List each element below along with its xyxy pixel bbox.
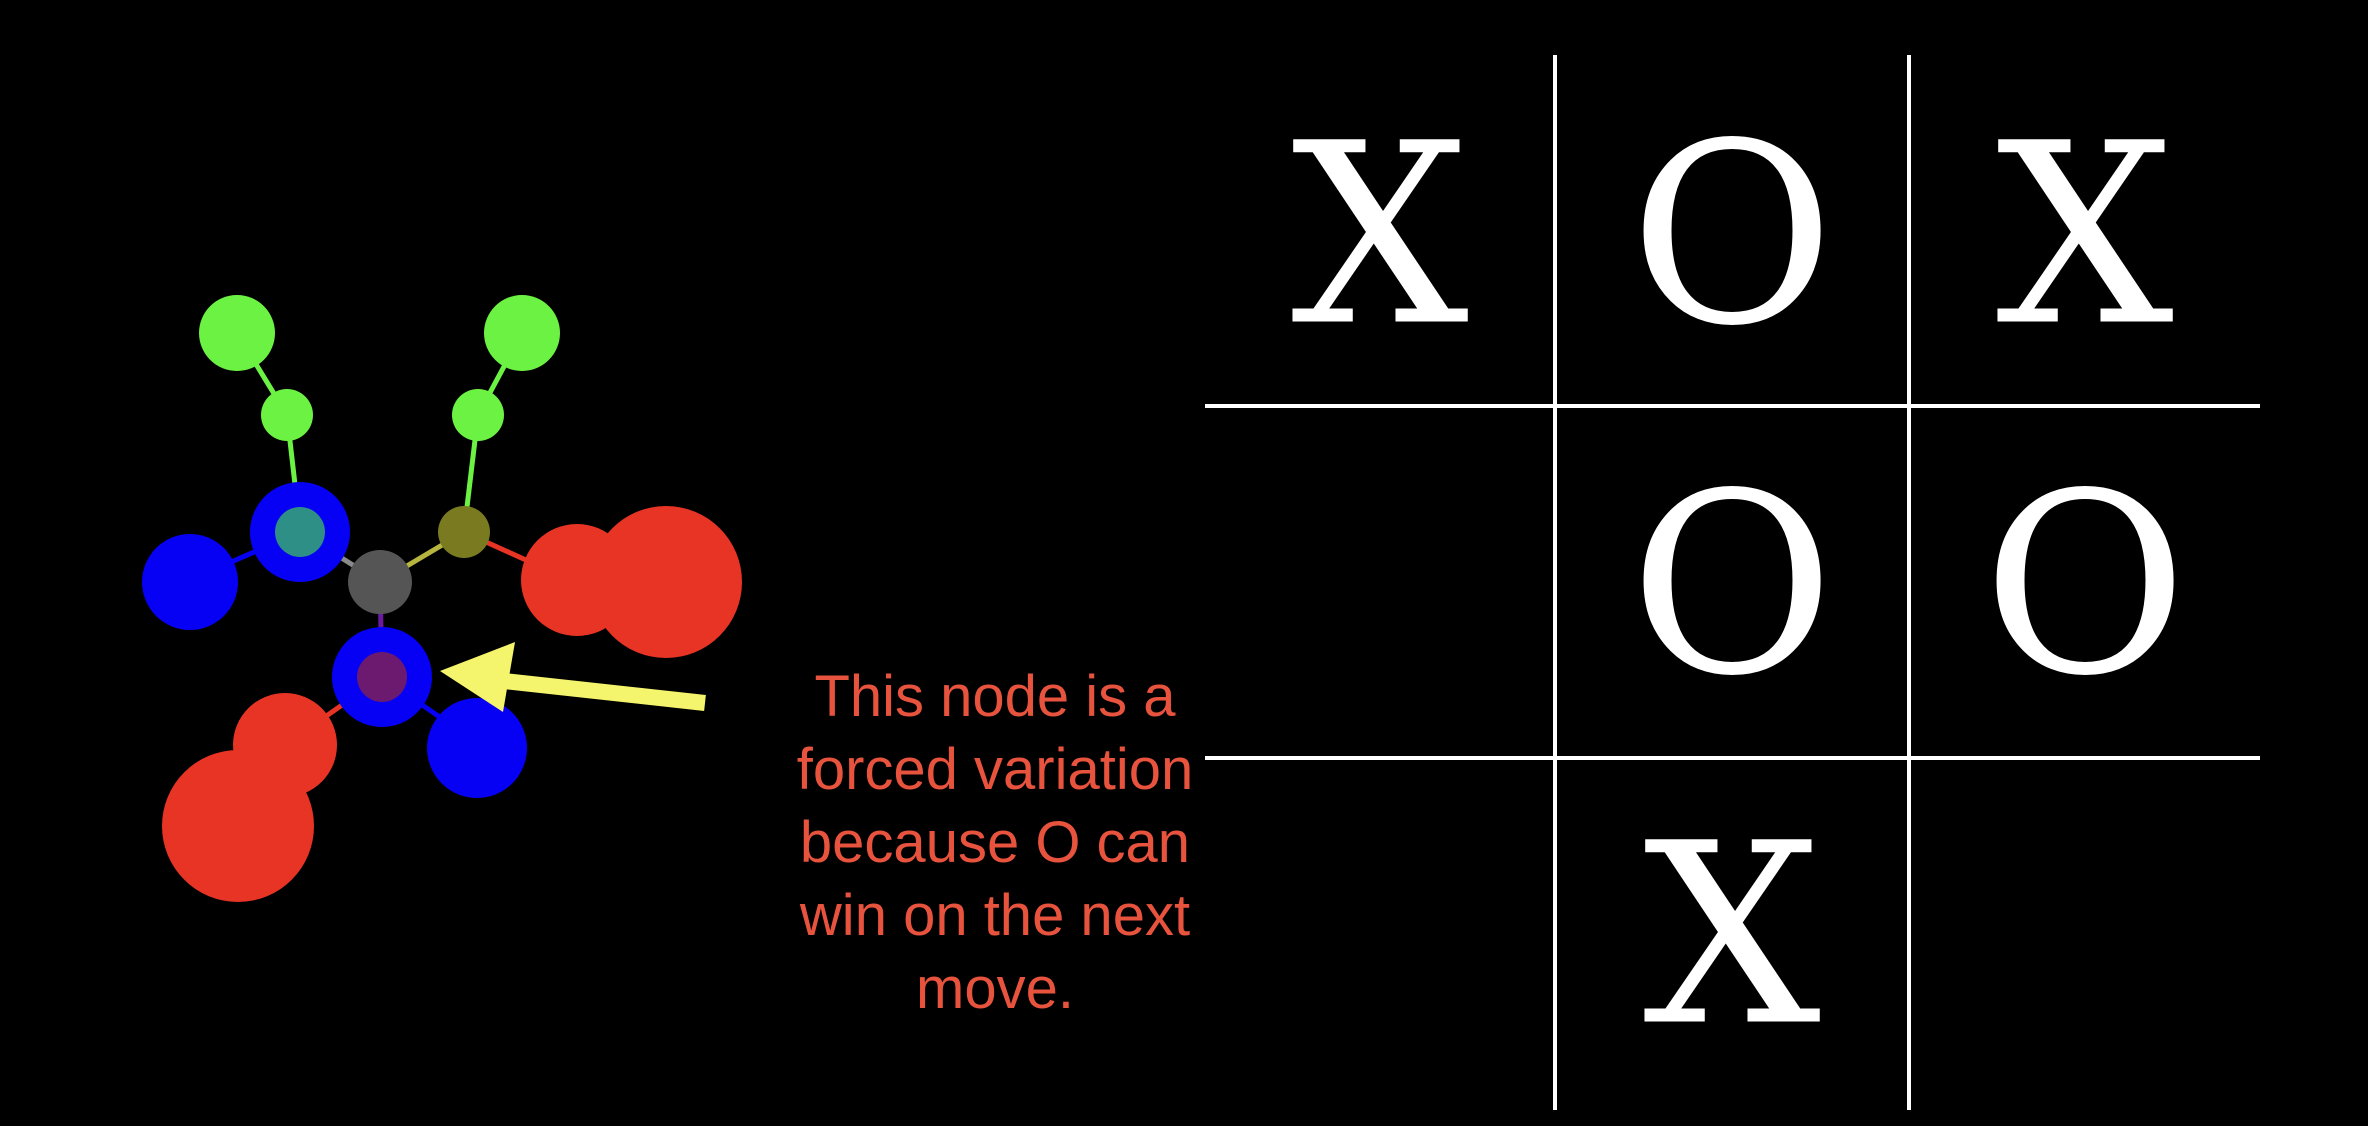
board-cell-2-1: X: [1643, 790, 1821, 1081]
tree-node: [427, 698, 527, 798]
board-cell-1-2: O: [1983, 440, 2188, 731]
tree-node: [590, 506, 742, 658]
tree-node: [484, 295, 560, 371]
tree-node: [142, 534, 238, 630]
tree-node: [261, 389, 313, 441]
board-cell-1-1: O: [1630, 440, 1835, 731]
tree-node: [438, 506, 490, 558]
slide: This node is a forced variation because …: [0, 0, 2368, 1126]
tree-node: [162, 750, 314, 902]
game-tree-diagram: [142, 295, 742, 902]
tic-tac-toe-board: X O X O O X: [1205, 55, 2260, 1110]
tree-node: [452, 389, 504, 441]
pointer-arrow-shaft: [494, 672, 706, 711]
tree-node: [199, 295, 275, 371]
tree-node: [275, 507, 325, 557]
board-cell-0-2: X: [1996, 90, 2174, 381]
forced-variation-node-core: [357, 652, 407, 702]
board-cell-0-0: X: [1291, 90, 1469, 381]
board-cell-0-1: O: [1630, 90, 1835, 381]
tree-node: [348, 550, 412, 614]
